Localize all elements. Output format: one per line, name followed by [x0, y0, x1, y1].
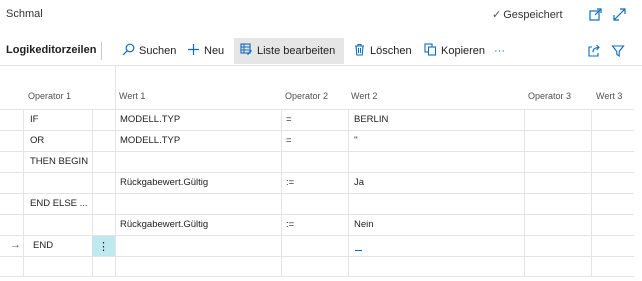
delete-button[interactable]: Löschen [347, 38, 418, 64]
vertical-dots-icon[interactable]: ⋮ [92, 236, 115, 256]
table-row-current[interactable]: → END ⋮ [0, 235, 634, 256]
column-header-wert-1[interactable]: Wert 1 [119, 91, 145, 101]
more-options-label: ··· [494, 45, 505, 57]
grid-header: Operator 1 Wert 1 Operator 2 Wert 2 Oper… [8, 88, 642, 106]
new-button-label: Neu [204, 45, 225, 57]
check-icon: ✓ [492, 9, 502, 21]
new-button[interactable]: Neu [181, 38, 230, 64]
edit-list-icon [240, 43, 253, 59]
text-cursor [355, 250, 362, 251]
edit-list-button[interactable]: Liste bearbeiten [234, 38, 344, 64]
copy-button[interactable]: Kopieren [418, 38, 491, 64]
column-header-wert-3[interactable]: Wert 3 [596, 91, 622, 101]
table-row[interactable]: IF MODELL.TYP = BERLIN [0, 109, 634, 130]
plus-icon [187, 43, 200, 59]
column-header-operator-1[interactable]: Operator 1 [28, 91, 71, 101]
table-row[interactable]: Rückgabewert.Gültig := Ja [0, 172, 634, 193]
operator-2-cell[interactable]: = [286, 110, 292, 130]
wert-2-cell[interactable]: Ja [354, 173, 364, 193]
part-title: Logikeditorzeilen [6, 44, 97, 56]
operator-1-cell[interactable]: END [33, 236, 53, 256]
saved-status: ✓ Gespeichert [492, 8, 563, 22]
saved-status-label: Gespeichert [503, 8, 563, 21]
table-row[interactable]: Rückgabewert.Gültig := Nein [0, 214, 634, 235]
operator-1-cell[interactable]: END ELSE ... [30, 194, 88, 214]
page-header: Schmal ✓ Gespeichert [0, 0, 642, 30]
operator-2-cell[interactable]: = [286, 131, 292, 151]
wert-2-cell[interactable]: BERLIN [354, 110, 388, 130]
table-row[interactable]: END ELSE ... [0, 193, 634, 214]
wert-2-cell[interactable]: '' [354, 131, 358, 151]
more-options-button[interactable]: ··· [488, 38, 511, 64]
delete-button-label: Löschen [370, 45, 412, 57]
wert-2-cell[interactable]: Nein [354, 215, 374, 235]
search-button[interactable]: Suchen [116, 38, 182, 64]
wert-1-cell[interactable]: Rückgabewert.Gültig [120, 215, 208, 235]
column-header-wert-2[interactable]: Wert 2 [351, 91, 377, 101]
table-row[interactable] [0, 256, 634, 277]
table-row[interactable]: THEN BEGIN [0, 151, 634, 172]
operator-1-cell[interactable]: THEN BEGIN [30, 152, 88, 172]
toolbar-divider [101, 42, 102, 60]
trash-icon [353, 43, 366, 59]
copy-button-label: Kopieren [441, 45, 486, 57]
operator-1-cell[interactable]: OR [30, 131, 44, 151]
operator-1-cell[interactable]: IF [30, 110, 38, 130]
column-header-operator-3[interactable]: Operator 3 [528, 91, 571, 101]
operator-2-cell[interactable]: := [286, 215, 294, 235]
action-bar: Logikeditorzeilen Suchen Neu Liste bearb… [0, 36, 642, 66]
column-header-operator-2[interactable]: Operator 2 [285, 91, 328, 101]
table-row[interactable]: OR MODELL.TYP = '' [0, 130, 634, 151]
wert-1-cell[interactable]: MODELL.TYP [120, 131, 180, 151]
page-title: Schmal [6, 8, 43, 20]
search-button-label: Suchen [139, 45, 177, 57]
copy-icon [424, 43, 437, 59]
wert-1-cell[interactable]: Rückgabewert.Gültig [120, 173, 208, 193]
wert-1-cell[interactable]: MODELL.TYP [120, 110, 180, 130]
arrow-right-icon: → [10, 239, 21, 251]
edit-list-button-label: Liste bearbeiten [257, 45, 336, 57]
collapse-icon[interactable] [611, 6, 627, 22]
search-icon [122, 43, 135, 59]
filter-icon[interactable] [610, 43, 626, 59]
open-in-new-window-icon[interactable] [587, 6, 603, 22]
share-icon[interactable] [586, 43, 602, 59]
operator-2-cell[interactable]: := [286, 173, 294, 193]
